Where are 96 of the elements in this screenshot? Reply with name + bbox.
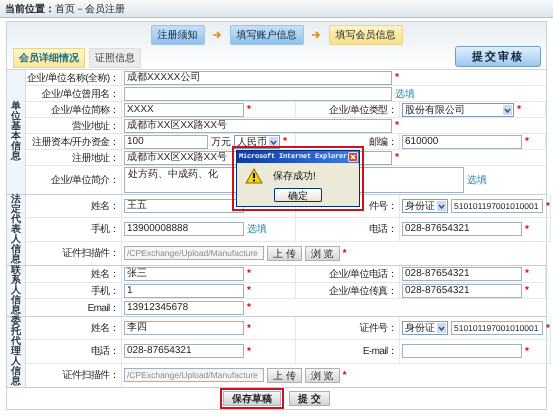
field-label: 注册地址： [72,152,119,164]
caret-icon [269,136,278,146]
input-field[interactable]: 610000 [402,134,522,148]
optional-note: 选填 [247,222,267,236]
step-label: 注册须知 [150,25,204,45]
required-mark: * [395,152,399,163]
breadcrumb-label: 当前位置： [5,2,55,16]
field-label: 件号： [368,200,397,214]
field-label: 企业/单位简介： [51,174,119,187]
required-mark: * [546,322,550,334]
input-field[interactable]: 028-87654321 [402,284,522,298]
caret-icon [437,201,446,212]
step-label: 填写会员信息 [328,25,402,45]
input-field[interactable] [402,344,522,358]
required-mark: * [247,285,251,296]
required-mark: * [247,302,251,314]
file-button[interactable]: 上 传 [267,246,302,261]
field-label: 企业/单位曾用名： [42,88,119,100]
input-field[interactable]: XXXX [124,102,244,116]
field-label: 企业/单位类型： [329,104,397,116]
tab[interactable]: 会员详细情况 [13,48,85,68]
field-label: 营业地址： [72,120,119,132]
section-title: 单位基本信息 [11,102,21,162]
input-field[interactable]: 100 [124,134,208,148]
form-button[interactable]: 提 交 [289,391,330,406]
dropdown[interactable]: 身份证 [402,321,448,336]
breadcrumb-path: 首页－会员注册 [55,2,125,16]
required-mark: * [342,248,346,259]
dropdown[interactable]: 股份有限公司 [402,102,514,116]
required-mark: * [525,268,529,280]
step-label: 填写账户信息 [230,25,304,45]
file-button[interactable]: 上 传 [267,368,302,383]
close-icon[interactable] [348,152,358,162]
field-label: E-mail： [362,345,397,358]
arrow-icon [312,31,320,39]
required-mark: * [247,268,251,280]
required-mark: * [395,72,399,83]
required-mark: * [525,224,529,235]
field-label: 证件扫描件： [62,246,119,260]
field-label: Email： [88,302,119,315]
form-button[interactable]: 保存草稿 [223,391,282,406]
field-label: 姓名： [90,268,119,281]
unit-label: 万元 [211,136,231,148]
dropdown[interactable]: 身份证 [402,199,448,214]
required-mark: * [283,136,287,147]
input-field[interactable]: 510101197001010001 [451,321,543,336]
file-button[interactable]: 浏 览 [304,246,340,261]
input-field[interactable]: 510101197001010001 [451,199,543,214]
section-title: 委托代理人信息 [11,317,21,387]
required-mark: * [247,346,251,357]
field-label: 证件号： [359,322,397,336]
section-title: 法定代表人信息 [11,195,21,265]
optional-note: 选填 [467,174,487,187]
input-field[interactable] [124,86,392,100]
required-mark: * [517,104,521,115]
field-label: 姓名： [90,322,119,336]
input-field[interactable]: 李四 [124,321,244,336]
file-button[interactable]: 浏 览 [304,368,340,383]
required-mark: * [525,346,529,357]
submit-review-button[interactable]: 提交审核 [455,46,541,67]
field-label: 姓名： [90,200,119,214]
caret-icon [503,104,512,114]
field-label: 企业/单位简称： [51,104,119,116]
input-field[interactable]: 成都XXXXX公司 [124,70,392,84]
input-field[interactable]: 13900008888 [124,222,244,236]
required-mark: * [546,200,550,212]
arrow-icon [212,31,222,39]
required-mark: * [247,104,251,115]
field-label: 电话： [90,344,119,358]
field-label: 企业/单位名称(全称)： [26,72,119,84]
field-label: 手机： [90,284,119,298]
optional-note: 选填 [395,88,415,100]
ok-button[interactable]: 确定 [274,188,322,202]
section-title: 联系人信息 [11,266,21,316]
field-label: 企业/单位传真： [329,284,397,298]
field-label: 企业/单位电话： [329,268,397,281]
tab[interactable]: 证照信息 [89,48,141,68]
required-mark: * [395,120,399,131]
field-label: 电话： [368,222,397,236]
required-mark: * [342,370,346,381]
warning-icon [245,168,263,184]
dialog-message: 保存成功! [273,170,316,183]
field-label: 注册资本/开办资金： [32,136,119,148]
field-label: 手机： [90,222,119,236]
input-field[interactable]: 028-87654321 [402,266,522,281]
caret-icon [437,323,446,334]
field-label: 邮编： [368,136,397,148]
input-field[interactable]: 028-87654321 [402,222,522,236]
required-mark: * [525,285,529,296]
required-mark: * [525,136,529,147]
field-label: 证件扫描件： [62,368,119,382]
required-mark: * [247,322,251,334]
input-field[interactable]: 张三 [124,266,244,281]
input-field[interactable]: 028-87654321 [124,344,244,358]
input-field[interactable]: 13912345678 [124,300,244,315]
input-field[interactable]: 1 [124,284,244,298]
